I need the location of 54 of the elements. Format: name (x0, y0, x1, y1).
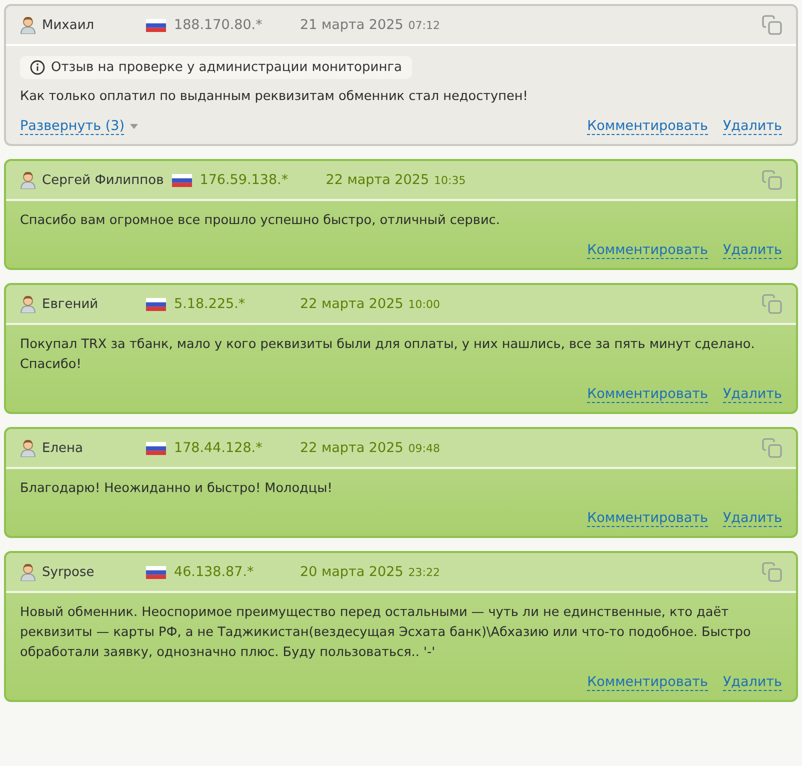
copy-icon[interactable] (762, 438, 782, 458)
russia-flag-icon (146, 298, 166, 310)
review-date: 20 марта 2025 (300, 564, 404, 580)
delete-link[interactable]: Удалить (722, 510, 782, 526)
review-date: 21 марта 2025 (300, 17, 404, 33)
ip-address: 46.138.87.* (174, 564, 255, 580)
comment-link[interactable]: Комментировать (587, 674, 708, 690)
russia-flag-icon (146, 442, 166, 454)
comment-link[interactable]: Комментировать (587, 510, 708, 526)
author-name: Евгений (42, 296, 100, 312)
delete-link[interactable]: Удалить (722, 674, 782, 690)
notice-text: Отзыв на проверке у администрации мониторинга (51, 60, 402, 75)
review-time: 07:12 (408, 18, 440, 32)
comment-link[interactable]: Комментировать (587, 386, 708, 402)
review-text: Как только оплатил по выданным реквизитам обменник стал недоступен! (20, 88, 529, 106)
user-icon (20, 295, 36, 313)
copy-icon[interactable] (762, 170, 782, 190)
review-text: Покупал TRX за тбанк, мало у кого реквизиты были для оплаты, у них нашлись, все за пять минут сделано. Спасибо! (20, 336, 756, 374)
author-name: Михаил (42, 18, 96, 32)
review-text: Новый обменник. Неоспоримое преимущество перед остальными — чуть ли не единственные, кто даёт реквизиты — карты РФ, а не Таджикистан(вездесущая Эсхата банк)\Абхазию или что-то подобное. Быстро обработали заявку, однозначно плюс. Буду пользоваться.. '-' (20, 604, 752, 662)
review-time: 23:22 (408, 566, 440, 578)
review-time: 09:48 (408, 442, 440, 454)
delete-link[interactable]: Удалить (722, 386, 782, 402)
review-text: Спасибо вам огромное все прошло успешно быстро, отличный сервис. (20, 212, 501, 230)
review-time: 10:35 (434, 174, 466, 186)
ip-address: 176.59.138.* (200, 172, 290, 188)
expand-link[interactable]: Развернуть (3) (20, 118, 124, 134)
russia-flag-icon (172, 174, 192, 186)
review-date: 22 марта 2025 (300, 440, 404, 456)
review-date: 22 марта 2025 (326, 172, 430, 188)
author-name: Syrpose (42, 564, 96, 580)
review-text: Благодарю! Неожиданно и быстро! Молодцы! (20, 480, 334, 498)
ip-address: 188.170.80.* (174, 17, 264, 33)
comment-link[interactable]: Комментировать (587, 118, 708, 134)
russia-flag-icon (146, 566, 166, 578)
ip-address: 5.18.225.* (174, 296, 246, 312)
ip-address: 178.44.128.* (174, 440, 264, 456)
author-name: Елена (42, 440, 84, 456)
caret-icon (130, 124, 138, 128)
comment-link[interactable]: Комментировать (587, 242, 708, 258)
copy-icon[interactable] (762, 294, 782, 314)
copy-icon[interactable] (762, 562, 782, 582)
info-icon (30, 60, 45, 75)
user-icon (20, 439, 36, 457)
user-icon (20, 171, 36, 189)
user-icon (20, 16, 36, 34)
author-name: Сергей Филиппов (42, 172, 164, 188)
russia-flag-icon (146, 18, 166, 32)
delete-link[interactable]: Удалить (722, 118, 782, 134)
review-date: 22 марта 2025 (300, 296, 404, 312)
copy-icon[interactable] (762, 15, 782, 35)
user-icon (20, 563, 36, 581)
delete-link[interactable]: Удалить (722, 242, 782, 258)
review-time: 10:00 (408, 298, 440, 310)
